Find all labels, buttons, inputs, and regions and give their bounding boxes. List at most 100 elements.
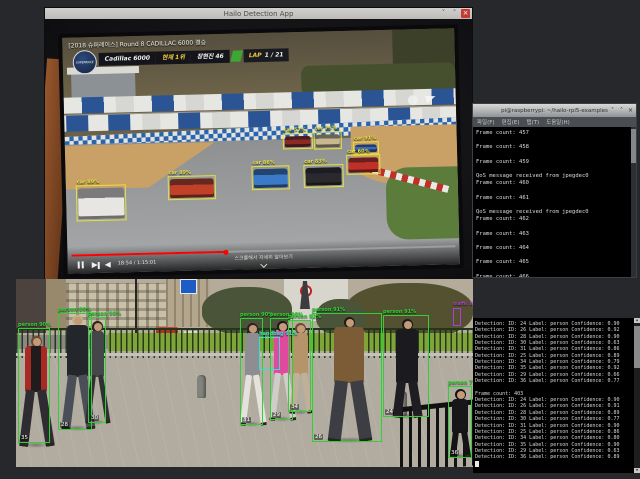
race-car [253,168,287,188]
terminal-line [476,137,626,144]
car-detection-label: car 91% [354,135,377,142]
terminal-line: Frame count: 464 [476,245,626,252]
car-detection-label: car 89% [77,179,100,186]
maximize-button[interactable]: ˄ [450,9,459,18]
video-progress-handle [223,249,228,254]
terminal-line: QoS message received from jpegdec0 [476,209,626,216]
monitor-photo: [2018 슈퍼레이스] Round 8 CADILLAC 6000 결승 SU… [58,24,464,278]
terminal-output[interactable]: Frame count: 457 Frame count: 458 Frame co… [473,127,636,277]
hailo-window-titlebar[interactable]: Hailo Detection App ˅ ˄ × [45,8,472,19]
scoreboard-driver: 장현진 46 [191,50,230,64]
person-detection-label: person 90% [18,322,51,328]
lap-value: 1 / 21 [265,51,284,58]
detection-track-id: 29 [272,412,281,418]
car-detection-label: car 83% [304,158,327,165]
terminal-line: Frame count: 463 [476,231,626,238]
person-detection-label: person 89% [58,307,91,313]
video-screen: [2018 슈퍼레이스] Round 8 CADILLAC 6000 결승 SU… [62,28,460,274]
person-detection-box: person 77%36 [448,386,472,458]
car-detection-box: car 86% [251,165,290,190]
terminal-titlebar[interactable]: pi@raspberrypi: ~/hailo-rpi5-examples ˅ … [473,104,636,117]
traffic-light-detection-label: traffic light [453,302,473,307]
lap-label: LAP [249,52,262,59]
terminal-menu-item[interactable]: 편집(E) [502,118,520,126]
terminal-window-top: pi@raspberrypi: ~/hailo-rpi5-examples ˅ … [473,104,636,277]
terminal-menu-item[interactable]: 탭(T) [526,118,539,126]
car-detection-box: car 83% [303,164,344,188]
terminal-line: Frame count: 459 [476,159,626,166]
terminal-line [476,252,626,259]
scrollbar-thumb[interactable] [631,129,636,163]
race-car [305,167,341,186]
person-detection-box: person 89%28 [58,313,92,430]
detection-track-id: 30 [90,415,99,421]
person-detection-label: person 90% [88,311,121,317]
terminal-menubar: 파일(F) 편집(E) 탭(T) 도움말(H) [473,117,636,127]
hailo-detection-app-window: Hailo Detection App ˅ ˄ × [45,8,472,279]
car-detection-label: car 75% [314,125,337,132]
terminal-menu-item[interactable]: 파일(F) [477,118,495,126]
detection-track-id: 36 [450,450,459,456]
race-car [170,178,214,198]
terminal-line: Detection: ID: 31 Label: person Confiden… [475,346,633,352]
terminal-menu-item[interactable]: 도움말(H) [546,118,570,126]
desktop: Hailo Detection App ˅ ˄ × [0,0,640,479]
scoreboard-rank: 현재 1위 [156,51,191,65]
terminal-line [476,188,626,195]
terminal-line: Frame count: 461 [476,195,626,202]
terminal-line: Detection: ID: 35 Label: person Confiden… [475,365,633,371]
car-detection-label: car 60% [347,148,370,155]
minimize-button[interactable]: ˅ [439,9,448,18]
terminal-line: Detection: ID: 30 Label: person Confiden… [475,416,633,422]
terminal-line: Detection: ID: 31 Label: person Confiden… [475,423,633,429]
person-detection-label: person 91% [383,309,416,315]
terminal-maximize-button[interactable]: ˄ [618,106,625,115]
terminal-line [476,223,626,230]
terminal-minimize-button[interactable]: ˅ [609,106,616,115]
car-detection-box: car 57% [283,133,313,150]
car-detection-box: car 60% [346,154,380,175]
terminal-scrollbar[interactable] [631,127,636,277]
detection-track-id: 28 [60,422,69,428]
car-detection-box: car 89% [168,175,217,200]
traffic-light-detection-box: traffic light [453,308,461,326]
terminal-cursor [475,461,479,467]
terminal-scrollbar[interactable]: ▲ ▼ [634,318,640,473]
terminal-line: Detection: ID: 26 Label: person Confiden… [475,403,633,409]
race-car [316,134,340,148]
scoreboard-car: Cadillac 6000 [99,52,157,66]
scrollbar-thumb[interactable] [634,326,640,368]
terminal-line: Detection: ID: 36 Label: person Confiden… [475,454,633,460]
detection-track-id: 24 [385,409,394,415]
street-photo: person 90%35person 89%28person 90%30pers… [16,279,473,467]
person-detection-box: person 91%26 [312,313,382,442]
car-detection-box: car 75% [314,131,342,150]
car-detection-label: car 57% [283,127,306,134]
scroll-up-arrow[interactable]: ▲ [634,318,640,323]
terminal-line: Detection: ID: 35 Label: person Confiden… [475,442,633,448]
terminal-line: Frame count: 460 [476,180,626,187]
close-button[interactable]: × [461,9,470,18]
terminal-line: Frame count: 458 [476,144,626,151]
terminal-line: Detection: ID: 36 Label: person Confiden… [475,378,633,384]
person-detection-label: person 91% [312,307,345,313]
person-detection-label: person 77% [448,380,473,386]
terminal-line: Frame count: 465 [476,259,626,266]
detection-track-id: 31 [242,417,251,423]
terminal-line: QoS message received from jpegdec0 [476,173,626,180]
terminal-window-bottom[interactable]: Detection: ID: 24 Label: person Confiden… [473,318,640,473]
terminal-close-button[interactable]: × [627,106,634,115]
chevron-down-icon [260,261,267,268]
detection-track-id: 26 [314,434,323,440]
detection-track-id: 35 [20,435,29,441]
scroll-down-arrow[interactable]: ▼ [634,468,640,473]
green-flag-icon [230,50,243,61]
terminal-line [476,166,626,173]
terminal-line [475,461,633,467]
terminal-line: Frame count: 457 [476,130,626,137]
hailo-window-title: Hailo Detection App [224,10,294,18]
race-car [78,187,125,219]
car-detection-label: car 86% [252,160,275,167]
person-detection-box: person 90%30 [88,317,106,423]
hailo-window-body: [2018 슈퍼레이스] Round 8 CADILLAC 6000 결승 SU… [45,19,472,279]
